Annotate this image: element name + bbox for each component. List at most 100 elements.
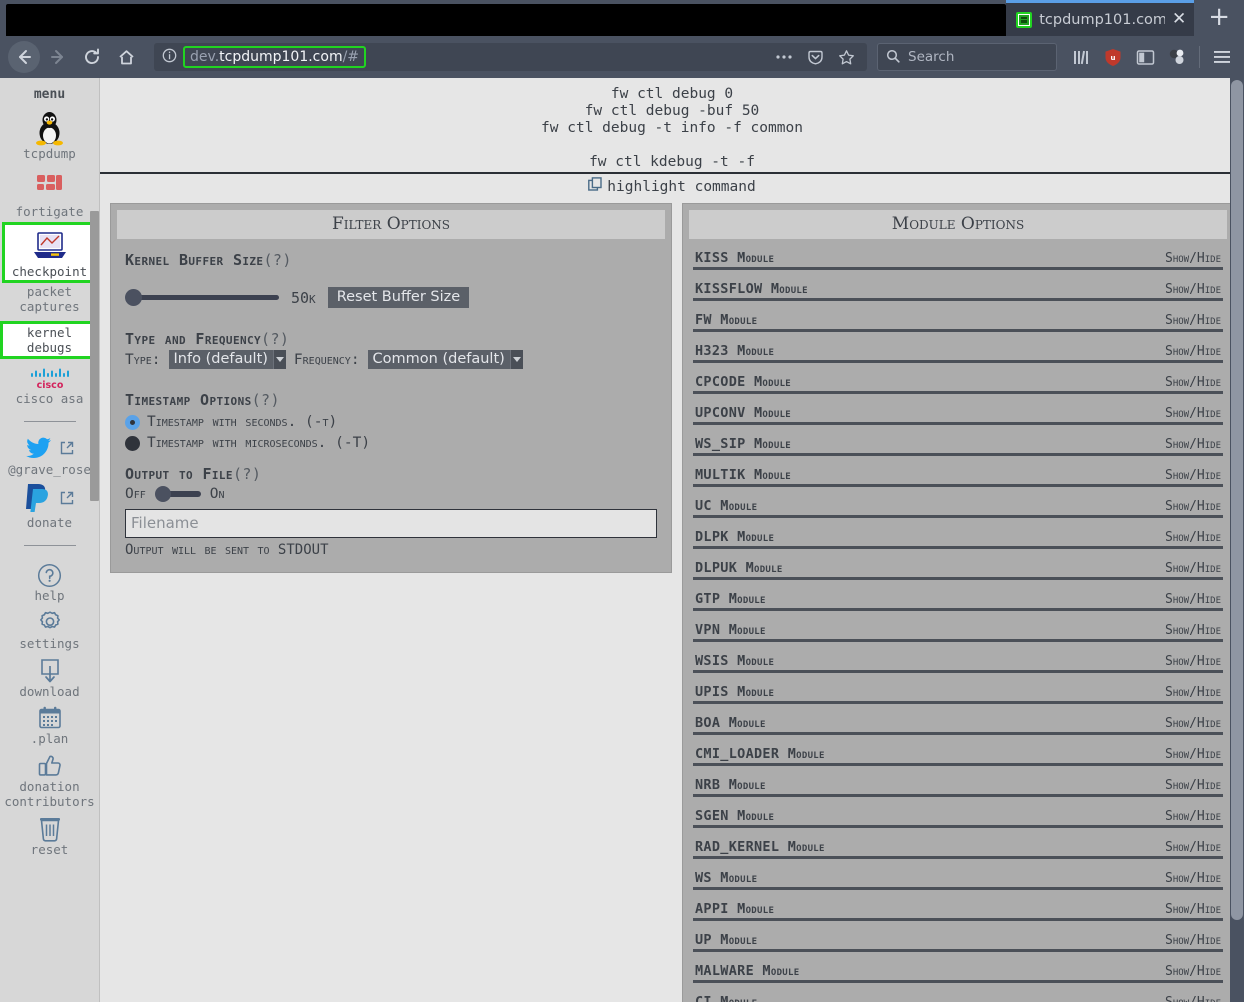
- filename-input[interactable]: [125, 509, 657, 538]
- sidebar-item-tcpdump[interactable]: tcpdump: [0, 106, 99, 164]
- module-row[interactable]: UC Module Show/Hide: [693, 497, 1223, 518]
- module-row[interactable]: DLPUK Module Show/Hide: [693, 559, 1223, 580]
- ublock-origin-icon[interactable]: u: [1099, 43, 1127, 71]
- bookmark-star-icon[interactable]: [834, 49, 859, 66]
- module-row[interactable]: SGEN Module Show/Hide: [693, 807, 1223, 828]
- module-row[interactable]: CPCODE Module Show/Hide: [693, 373, 1223, 394]
- page-actions-icon[interactable]: [771, 54, 797, 60]
- module-row[interactable]: VPN Module Show/Hide: [693, 621, 1223, 642]
- highlight-command-button[interactable]: highlight command: [100, 174, 1244, 203]
- module-show-hide-toggle[interactable]: Show/Hide: [1165, 499, 1221, 514]
- sidebar-item-fortigate[interactable]: fortigate: [0, 164, 99, 222]
- module-row[interactable]: H323 Module Show/Hide: [693, 342, 1223, 363]
- hamburger-menu-icon[interactable]: [1208, 43, 1236, 71]
- module-show-hide-toggle[interactable]: Show/Hide: [1165, 282, 1221, 297]
- slider-thumb[interactable]: [125, 289, 142, 306]
- module-row[interactable]: WS_SIP Module Show/Hide: [693, 435, 1223, 456]
- module-row[interactable]: BOA Module Show/Hide: [693, 714, 1223, 735]
- module-row[interactable]: CI Module Show/Hide: [693, 993, 1223, 1002]
- module-show-hide-toggle[interactable]: Show/Hide: [1165, 251, 1221, 266]
- module-show-hide-toggle[interactable]: Show/Hide: [1165, 344, 1221, 359]
- module-row[interactable]: UPCONV Module Show/Hide: [693, 404, 1223, 425]
- output-to-file-help-icon[interactable]: (?): [233, 465, 261, 483]
- sidebar-item-download[interactable]: download: [0, 654, 99, 702]
- pocket-icon[interactable]: [803, 49, 828, 66]
- search-box[interactable]: Search: [877, 43, 1057, 71]
- timestamp-microseconds-option[interactable]: Timestamp with microseconds. (-T): [125, 435, 657, 451]
- sidebar-item-help[interactable]: help: [0, 558, 99, 606]
- module-show-hide-toggle[interactable]: Show/Hide: [1165, 809, 1221, 824]
- module-show-hide-toggle[interactable]: Show/Hide: [1165, 964, 1221, 979]
- module-row[interactable]: APPI Module Show/Hide: [693, 900, 1223, 921]
- module-row[interactable]: KISS Module Show/Hide: [693, 249, 1223, 270]
- reload-button[interactable]: [76, 41, 108, 73]
- module-show-hide-toggle[interactable]: Show/Hide: [1165, 685, 1221, 700]
- module-show-hide-toggle[interactable]: Show/Hide: [1165, 468, 1221, 483]
- page-scrollbar[interactable]: [1230, 78, 1244, 1002]
- sidebar-item-reset[interactable]: reset: [0, 812, 99, 860]
- kernel-buffer-help-icon[interactable]: (?): [263, 251, 291, 269]
- type-frequency-help-icon[interactable]: (?): [261, 330, 289, 348]
- url-text-highlight[interactable]: dev.tcpdump101.com/#: [183, 46, 367, 68]
- radio-unselected-icon[interactable]: [125, 435, 140, 451]
- page-scrollbar-thumb[interactable]: [1231, 80, 1243, 920]
- site-info-icon[interactable]: [162, 48, 177, 67]
- module-row[interactable]: DLPK Module Show/Hide: [693, 528, 1223, 549]
- module-row[interactable]: WSIS Module Show/Hide: [693, 652, 1223, 673]
- module-row[interactable]: RAD_KERNEL Module Show/Hide: [693, 838, 1223, 859]
- module-show-hide-toggle[interactable]: Show/Hide: [1165, 654, 1221, 669]
- module-show-hide-toggle[interactable]: Show/Hide: [1165, 623, 1221, 638]
- module-show-hide-toggle[interactable]: Show/Hide: [1165, 747, 1221, 762]
- sidebar-item-settings[interactable]: settings: [0, 606, 99, 654]
- module-show-hide-toggle[interactable]: Show/Hide: [1165, 530, 1221, 545]
- module-show-hide-toggle[interactable]: Show/Hide: [1165, 437, 1221, 452]
- sidebar-toggle-icon[interactable]: [1131, 43, 1159, 71]
- sidebar-scrollbar[interactable]: [90, 211, 99, 501]
- module-show-hide-toggle[interactable]: Show/Hide: [1165, 840, 1221, 855]
- frequency-select[interactable]: Common (default): [367, 350, 523, 369]
- module-row[interactable]: WS Module Show/Hide: [693, 869, 1223, 890]
- module-show-hide-toggle[interactable]: Show/Hide: [1165, 933, 1221, 948]
- sidebar-item-kernel-debugs[interactable]: kernel debugs: [0, 320, 99, 359]
- module-show-hide-toggle[interactable]: Show/Hide: [1165, 902, 1221, 917]
- forward-button[interactable]: [42, 41, 74, 73]
- new-tab-button[interactable]: +: [1194, 4, 1244, 36]
- module-row[interactable]: MULTIK Module Show/Hide: [693, 466, 1223, 487]
- timestamp-help-icon[interactable]: (?): [252, 391, 280, 409]
- timestamp-seconds-option[interactable]: Timestamp with seconds. (-t): [125, 414, 657, 430]
- kernel-buffer-slider[interactable]: [125, 289, 279, 306]
- module-row[interactable]: NRB Module Show/Hide: [693, 776, 1223, 797]
- module-row[interactable]: MALWARE Module Show/Hide: [693, 962, 1223, 983]
- sidebar-item-donate[interactable]: donate: [0, 479, 99, 533]
- module-show-hide-toggle[interactable]: Show/Hide: [1165, 561, 1221, 576]
- module-show-hide-toggle[interactable]: Show/Hide: [1165, 716, 1221, 731]
- type-select[interactable]: Info (default): [168, 350, 286, 369]
- module-row[interactable]: UP Module Show/Hide: [693, 931, 1223, 952]
- browser-tab-tcpdump101[interactable]: tcpdump101.com ✕: [1006, 0, 1195, 36]
- sidebar-item-donation-contributors[interactable]: donation contributors: [0, 749, 99, 812]
- toggle-knob[interactable]: [154, 486, 171, 502]
- module-show-hide-toggle[interactable]: Show/Hide: [1165, 375, 1221, 390]
- module-show-hide-toggle[interactable]: Show/Hide: [1165, 778, 1221, 793]
- module-show-hide-toggle[interactable]: Show/Hide: [1165, 995, 1221, 1002]
- sidebar-item-twitter[interactable]: @grave_rose: [0, 434, 99, 480]
- module-show-hide-toggle[interactable]: Show/Hide: [1165, 406, 1221, 421]
- module-row[interactable]: UPIS Module Show/Hide: [693, 683, 1223, 704]
- module-show-hide-toggle[interactable]: Show/Hide: [1165, 871, 1221, 886]
- radio-selected-icon[interactable]: [125, 414, 140, 430]
- output-to-file-toggle[interactable]: [154, 486, 201, 502]
- reset-buffer-size-button[interactable]: Reset Buffer Size: [327, 287, 470, 308]
- module-show-hide-toggle[interactable]: Show/Hide: [1165, 592, 1221, 607]
- module-row[interactable]: KISSFLOW Module Show/Hide: [693, 280, 1223, 301]
- back-button[interactable]: [8, 41, 40, 73]
- account-avatar-icon[interactable]: [1163, 43, 1191, 71]
- url-bar[interactable]: dev.tcpdump101.com/#: [154, 43, 867, 71]
- module-row[interactable]: CMI_LOADER Module Show/Hide: [693, 745, 1223, 766]
- sidebar-item-checkpoint[interactable]: checkpoint: [2, 221, 97, 284]
- module-row[interactable]: FW Module Show/Hide: [693, 311, 1223, 332]
- module-row[interactable]: GTP Module Show/Hide: [693, 590, 1223, 611]
- library-icon[interactable]: [1067, 43, 1095, 71]
- sidebar-item-cisco-asa[interactable]: cisco cisco asa: [0, 363, 99, 409]
- module-show-hide-toggle[interactable]: Show/Hide: [1165, 313, 1221, 328]
- sidebar-item-plan[interactable]: .plan: [0, 701, 99, 749]
